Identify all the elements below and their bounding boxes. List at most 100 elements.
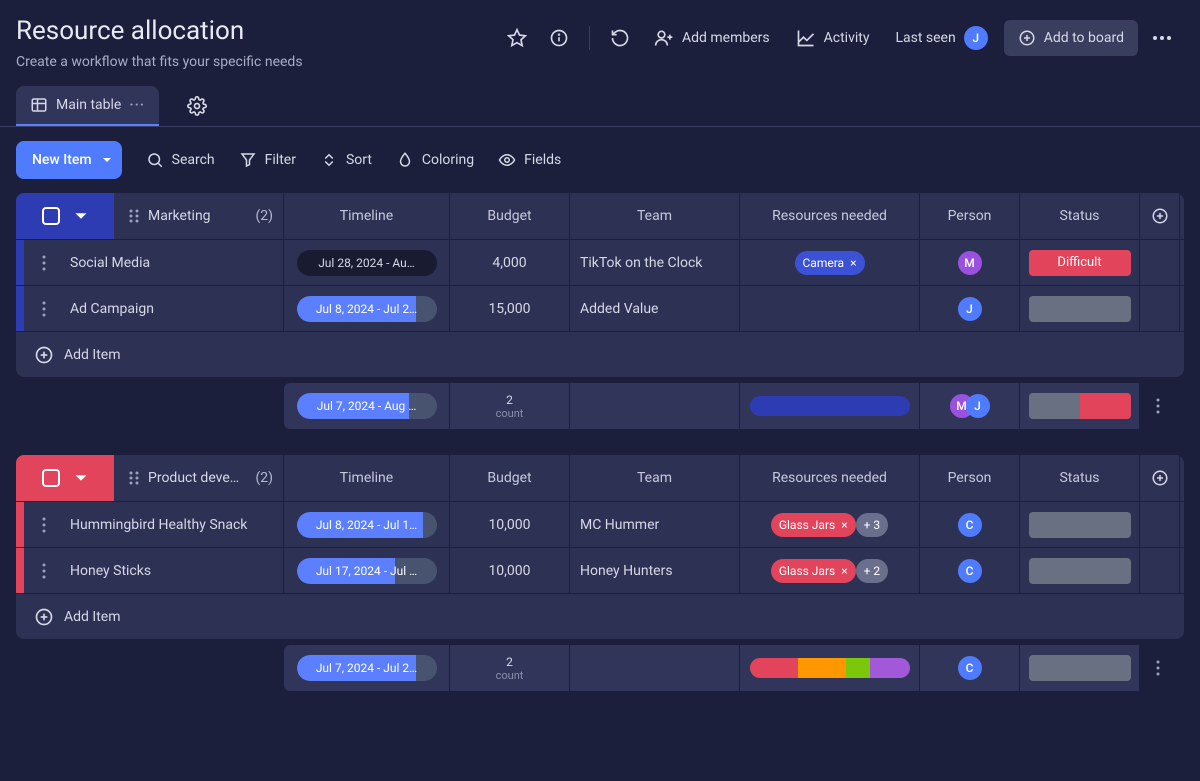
page-title[interactable]: Resource allocation: [16, 16, 487, 46]
table-row[interactable]: Honey Sticks Jul 17, 2024 - Jul … 10,000…: [16, 547, 1184, 593]
plus-circle-icon[interactable]: [24, 607, 64, 627]
summary-status[interactable]: [1020, 383, 1140, 429]
cell-timeline[interactable]: Jul 28, 2024 - Au…: [284, 240, 450, 285]
resource-tag[interactable]: + 2: [856, 559, 889, 583]
info-icon[interactable]: [541, 20, 577, 56]
table-row[interactable]: Hummingbird Healthy Snack Jul 8, 2024 - …: [16, 501, 1184, 547]
cell-team[interactable]: MC Hummer: [570, 502, 740, 547]
table-row[interactable]: Ad Campaign Jul 8, 2024 - Jul 2… 15,000 …: [16, 285, 1184, 331]
avatar[interactable]: C: [958, 513, 982, 537]
cell-team[interactable]: Added Value: [570, 286, 740, 331]
item-name[interactable]: Hummingbird Healthy Snack: [64, 502, 284, 547]
summary-resources[interactable]: [740, 645, 920, 691]
cell-resources[interactable]: Camera ×: [740, 240, 920, 285]
cell-person[interactable]: M: [920, 240, 1020, 285]
cell-timeline[interactable]: Jul 8, 2024 - Jul 2…: [284, 286, 450, 331]
avatar[interactable]: C: [958, 656, 982, 680]
tab-more-icon[interactable]: ···: [129, 97, 145, 113]
col-status[interactable]: Status: [1020, 193, 1140, 239]
cell-budget[interactable]: 15,000: [450, 286, 570, 331]
table-row[interactable]: Social Media Jul 28, 2024 - Au… 4,000 Ti…: [16, 239, 1184, 285]
gear-icon[interactable]: [179, 88, 215, 124]
add-item-row[interactable]: Add Item: [16, 593, 1184, 639]
close-icon[interactable]: ×: [841, 564, 847, 578]
row-drag-icon[interactable]: [24, 548, 64, 593]
summary-timeline[interactable]: Jul 7, 2024 - Jul 2…: [284, 645, 450, 691]
add-members-button[interactable]: Add members: [644, 20, 780, 56]
cell-team[interactable]: Honey Hunters: [570, 548, 740, 593]
status-badge[interactable]: [1029, 296, 1131, 322]
resource-tag[interactable]: Glass Jars ×: [771, 559, 856, 583]
summary-budget[interactable]: 2 count: [450, 383, 570, 429]
timeline-pill[interactable]: Jul 8, 2024 - Jul 2…: [297, 296, 437, 322]
cell-person[interactable]: C: [920, 502, 1020, 547]
close-icon[interactable]: ×: [850, 256, 856, 270]
summary-person[interactable]: MJ: [920, 383, 1020, 429]
summary-more-icon[interactable]: [1140, 383, 1176, 429]
last-seen-button[interactable]: Last seen J: [885, 20, 997, 56]
row-drag-icon[interactable]: [24, 502, 64, 547]
status-badge[interactable]: [1029, 512, 1131, 538]
avatar[interactable]: J: [966, 394, 990, 418]
cell-timeline[interactable]: Jul 8, 2024 - Jul 1…: [284, 502, 450, 547]
star-icon[interactable]: [499, 20, 535, 56]
col-person[interactable]: Person: [920, 455, 1020, 501]
col-team[interactable]: Team: [570, 193, 740, 239]
cell-resources[interactable]: Glass Jars × + 3: [740, 502, 920, 547]
col-budget[interactable]: Budget: [450, 455, 570, 501]
status-badge[interactable]: Difficult: [1029, 250, 1131, 276]
chevron-down-icon[interactable]: [74, 471, 88, 485]
page-subtitle[interactable]: Create a workflow that fits your specifi…: [16, 54, 487, 70]
row-drag-icon[interactable]: [24, 240, 64, 285]
col-status[interactable]: Status: [1020, 455, 1140, 501]
cell-budget[interactable]: 10,000: [450, 502, 570, 547]
cell-budget[interactable]: 10,000: [450, 548, 570, 593]
drag-icon[interactable]: [128, 208, 140, 224]
avatar[interactable]: J: [958, 297, 982, 321]
group-name-cell[interactable]: Product deve… (2): [114, 455, 284, 501]
add-item-row[interactable]: Add Item: [16, 331, 1184, 377]
cell-team[interactable]: TikTok on the Clock: [570, 240, 740, 285]
cell-status[interactable]: [1020, 286, 1140, 331]
resource-tag[interactable]: Camera ×: [795, 251, 865, 275]
col-person[interactable]: Person: [920, 193, 1020, 239]
item-name[interactable]: Ad Campaign: [64, 286, 284, 331]
col-resources[interactable]: Resources needed: [740, 193, 920, 239]
cell-timeline[interactable]: Jul 17, 2024 - Jul …: [284, 548, 450, 593]
filter-button[interactable]: Filter: [239, 151, 296, 169]
group-checkbox[interactable]: [42, 469, 60, 487]
summary-resources[interactable]: [740, 383, 920, 429]
cell-person[interactable]: C: [920, 548, 1020, 593]
add-column-button[interactable]: [1140, 455, 1180, 501]
item-name[interactable]: Honey Sticks: [64, 548, 284, 593]
cell-status[interactable]: [1020, 548, 1140, 593]
timeline-pill[interactable]: Jul 17, 2024 - Jul …: [297, 558, 437, 584]
more-icon[interactable]: [1144, 20, 1180, 56]
summary-status[interactable]: [1020, 645, 1140, 691]
cell-resources[interactable]: Glass Jars × + 2: [740, 548, 920, 593]
add-to-board-button[interactable]: Add to board: [1004, 20, 1138, 56]
cell-status[interactable]: Difficult: [1020, 240, 1140, 285]
fields-button[interactable]: Fields: [498, 151, 561, 169]
col-timeline[interactable]: Timeline: [284, 455, 450, 501]
col-timeline[interactable]: Timeline: [284, 193, 450, 239]
status-badge[interactable]: [1029, 558, 1131, 584]
activity-button[interactable]: Activity: [786, 20, 880, 56]
col-team[interactable]: Team: [570, 455, 740, 501]
summary-timeline[interactable]: Jul 7, 2024 - Aug …: [284, 383, 450, 429]
cell-resources[interactable]: [740, 286, 920, 331]
coloring-button[interactable]: Coloring: [396, 151, 474, 169]
cell-budget[interactable]: 4,000: [450, 240, 570, 285]
plus-circle-icon[interactable]: [24, 345, 64, 365]
summary-more-icon[interactable]: [1140, 645, 1176, 691]
avatar[interactable]: C: [958, 559, 982, 583]
summary-budget[interactable]: 2 count: [450, 645, 570, 691]
add-column-button[interactable]: [1140, 193, 1180, 239]
chevron-down-icon[interactable]: [74, 209, 88, 223]
summary-person[interactable]: C: [920, 645, 1020, 691]
drag-icon[interactable]: [128, 470, 140, 486]
tab-main-table[interactable]: Main table ···: [16, 86, 159, 126]
sort-button[interactable]: Sort: [320, 151, 372, 169]
item-name[interactable]: Social Media: [64, 240, 284, 285]
col-resources[interactable]: Resources needed: [740, 455, 920, 501]
